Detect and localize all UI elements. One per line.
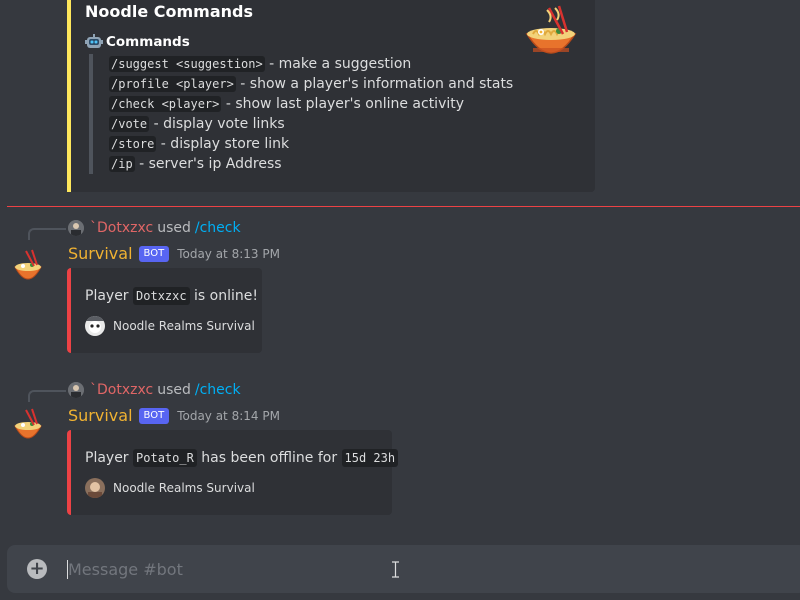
reply-command-link[interactable]: /check <box>195 220 241 236</box>
command-code: /suggest <suggestion> <box>109 56 265 72</box>
reply-used-text: used <box>157 382 191 398</box>
reply-spine <box>28 390 66 402</box>
timestamp[interactable]: Today at 8:14 PM <box>177 409 280 423</box>
command-row: /check <player> - show last player's onl… <box>109 94 513 114</box>
command-row: /vote - display vote links <box>109 114 513 134</box>
username[interactable]: Survival <box>68 244 133 263</box>
status-embed: Player Potato_R has been offline for 15d… <box>67 430 399 515</box>
server-footer-icon <box>85 478 105 498</box>
desc-text: has been offline for <box>196 450 342 466</box>
reply-used-text: used <box>157 220 191 236</box>
embed-description: Player Dotxzxc is online! <box>85 287 258 305</box>
command-desc: - show last player's online activity <box>221 96 465 112</box>
commands-embed: Noodle Commands Commands /suggest <sugge… <box>67 0 595 192</box>
ramen-bowl-icon <box>525 5 577 54</box>
command-row: /suggest <suggestion> - make a suggestio… <box>109 54 513 74</box>
reply-username[interactable]: `Dotxzxc <box>90 220 153 236</box>
command-row: /ip - server's ip Address <box>109 154 513 174</box>
desc-text: is online! <box>189 288 258 304</box>
reply-reference[interactable]: `Dotxzxc used /check <box>68 382 241 398</box>
server-footer-icon <box>85 316 105 336</box>
reply-username[interactable]: `Dotxzxc <box>90 382 153 398</box>
duration-code: 15d 23h <box>341 449 399 467</box>
footer-text: Noodle Realms Survival <box>113 481 255 495</box>
command-row: /store - display store link <box>109 134 513 154</box>
message-composer: + <box>7 545 800 593</box>
new-messages-divider <box>7 206 800 207</box>
command-desc: - show a player's information and stats <box>235 76 514 92</box>
bot-tag: BOT <box>138 245 170 262</box>
message-header: Survival BOT Today at 8:14 PM <box>68 406 280 425</box>
survival-bot-avatar[interactable] <box>12 249 44 289</box>
username[interactable]: Survival <box>68 406 133 425</box>
command-desc: - server's ip Address <box>134 156 282 172</box>
reply-avatar[interactable] <box>68 220 84 236</box>
robot-icon <box>85 34 103 48</box>
embed-title: Noodle Commands <box>85 2 253 21</box>
footer-text: Noodle Realms Survival <box>113 319 255 333</box>
command-code: /check <player> <box>109 96 222 112</box>
reply-spine <box>28 228 66 240</box>
command-desc: - make a suggestion <box>264 56 412 72</box>
player-name-code: Dotxzxc <box>133 287 190 305</box>
embed-footer: Noodle Realms Survival <box>85 478 255 498</box>
embed-footer: Noodle Realms Survival <box>85 316 255 336</box>
reply-reference[interactable]: `Dotxzxc used /check <box>68 220 241 236</box>
player-name-code: Potato_R <box>133 449 197 467</box>
desc-text: Player <box>85 450 134 466</box>
field-name-label: Commands <box>106 34 190 50</box>
command-code: /vote <box>109 116 150 132</box>
command-list: /suggest <suggestion> - make a suggestio… <box>89 54 513 174</box>
status-embed: Player Dotxzxc is online! Noodle Realms … <box>67 268 262 353</box>
command-code: /ip <box>109 156 135 172</box>
text-cursor-icon <box>392 561 399 578</box>
command-desc: - display vote links <box>149 116 285 132</box>
desc-text: Player <box>85 288 134 304</box>
command-row: /profile <player> - show a player's info… <box>109 74 513 94</box>
add-attachment-button[interactable]: + <box>27 559 47 579</box>
embed-field-name: Commands <box>85 34 190 50</box>
command-desc: - display store link <box>156 136 290 152</box>
command-code: /store <box>109 136 157 152</box>
reply-command-link[interactable]: /check <box>195 382 241 398</box>
command-code: /profile <player> <box>109 76 236 92</box>
message-header: Survival BOT Today at 8:13 PM <box>68 244 280 263</box>
embed-description: Player Potato_R has been offline for 15d… <box>85 449 399 467</box>
reply-avatar[interactable] <box>68 382 84 398</box>
timestamp[interactable]: Today at 8:13 PM <box>177 247 280 261</box>
bot-tag: BOT <box>138 407 170 424</box>
survival-bot-avatar[interactable] <box>12 408 44 448</box>
